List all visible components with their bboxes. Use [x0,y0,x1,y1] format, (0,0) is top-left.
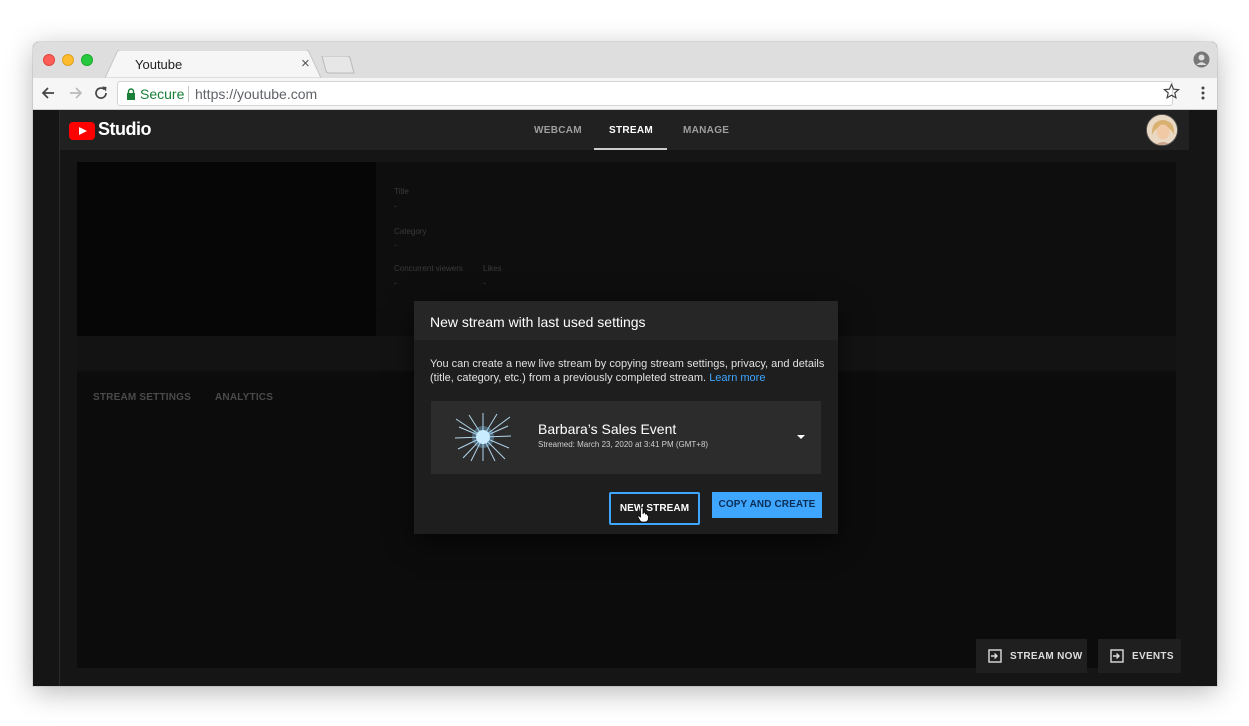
category-value: - [394,240,397,250]
address-bar[interactable]: Secure https://youtube.com [117,81,1173,106]
tab-stream-settings[interactable]: STREAM SETTINGS [93,392,191,403]
events-button[interactable]: EVENTS [1098,639,1181,673]
events-icon [1110,649,1124,663]
secure-label: Secure [140,86,185,102]
tab-strip: Youtube × [33,42,1217,78]
address-divider [188,86,189,102]
browser-toolbar: Secure https://youtube.com [33,78,1217,110]
stream-date: Streamed: March 23, 2020 at 3:41 PM (GMT… [538,440,709,449]
kebab-menu-icon[interactable] [1195,84,1211,102]
title-label: Title [394,187,409,196]
forward-icon[interactable] [66,84,84,102]
stream-thumbnail [453,411,513,463]
stream-name: Barbara’s Sales Event [538,421,677,437]
video-preview [77,162,376,336]
back-icon[interactable] [40,84,58,102]
minimize-window-button[interactable] [62,54,74,66]
close-window-button[interactable] [43,54,55,66]
previous-stream-select[interactable]: Barbara’s Sales Event Streamed: March 23… [431,401,821,474]
browser-window: Youtube × Secure https://youtube.com Stu… [33,42,1217,686]
copy-and-create-button[interactable]: COPY AND CREATE [712,492,822,518]
dialog-title: New stream with last used settings [430,314,646,330]
youtube-play-icon[interactable] [69,122,95,140]
tab-title: Youtube [135,57,183,72]
viewers-label: Concurrent viewers [394,264,463,273]
star-icon[interactable] [1162,83,1181,100]
likes-label: Likes [483,264,502,273]
new-stream-dialog: New stream with last used settings You c… [414,301,838,534]
reload-icon[interactable] [92,84,110,102]
dialog-description: You can create a new live stream by copy… [430,357,825,385]
active-tab-indicator [594,148,667,150]
category-label: Category [394,227,427,236]
tab-stream[interactable]: STREAM [609,125,653,136]
tab-analytics[interactable]: ANALYTICS [215,392,273,403]
studio-header: Studio WEBCAM STREAM MANAGE [60,110,1189,150]
title-value: - [394,201,397,211]
url-text[interactable]: https://youtube.com [195,86,317,102]
hand-cursor-icon [637,507,650,523]
tab-manage[interactable]: MANAGE [683,125,729,136]
maximize-window-button[interactable] [81,54,93,66]
dialog-header: New stream with last used settings [414,301,838,340]
stream-now-icon [988,649,1002,663]
events-label: EVENTS [1132,651,1174,662]
page-divider [59,110,60,686]
browser-tab[interactable]: Youtube × [105,50,321,78]
page-content: Studio WEBCAM STREAM MANAGE Title - Cate… [33,110,1217,686]
tab-close-icon[interactable]: × [301,55,310,72]
likes-value: - [483,278,486,288]
new-stream-button[interactable]: NEW STREAM [609,492,700,525]
dropdown-caret-icon [797,435,805,439]
tab-webcam[interactable]: WEBCAM [534,125,582,136]
learn-more-link[interactable]: Learn more [709,372,765,384]
new-tab-button[interactable] [321,55,355,74]
avatar[interactable] [1146,114,1178,146]
viewers-value: - [394,278,397,288]
profile-icon[interactable] [1193,51,1210,68]
lock-icon [126,87,136,100]
studio-logo-text[interactable]: Studio [98,119,152,140]
stream-now-button[interactable]: STREAM NOW [976,639,1087,673]
stream-now-label: STREAM NOW [1010,651,1083,662]
